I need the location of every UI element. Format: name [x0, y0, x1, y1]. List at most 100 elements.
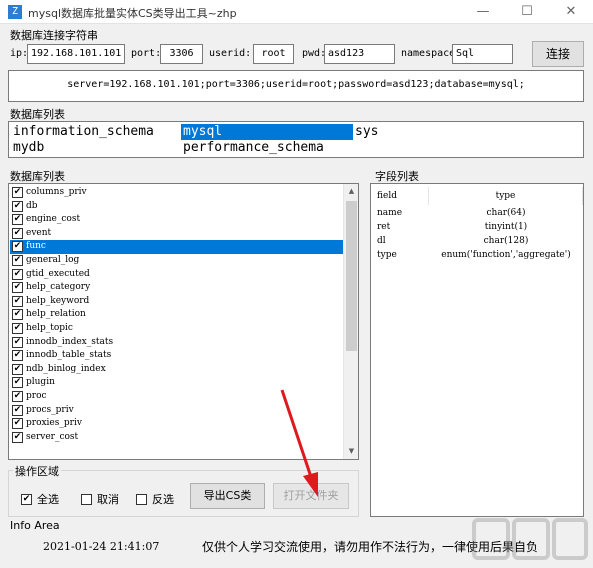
ip-input[interactable]: 192.168.101.101 [27, 44, 125, 64]
table-row-label: procs_priv [26, 404, 74, 415]
table-row-label: db [26, 200, 38, 211]
table-row[interactable]: ✔ db [10, 200, 344, 214]
table-row-label: innodb_index_stats [26, 336, 114, 347]
field-type-cell[interactable]: enum('function','aggregate') [429, 248, 583, 262]
pwd-label: pwd: [302, 48, 327, 59]
database-item[interactable]: information_schema [11, 124, 181, 140]
check-icon[interactable]: ✔ [12, 295, 23, 307]
title-bar: Z mysql数据库批量实体CS类导出工具~zhp — ☐ ✕ [0, 0, 593, 24]
check-icon[interactable]: ✔ [12, 336, 23, 348]
table-list-label: 数据库列表 [10, 170, 65, 183]
check-icon[interactable]: ✔ [12, 282, 23, 294]
select-all-checkbox[interactable]: ✔ 全选 [21, 493, 59, 507]
table-row[interactable]: ✔ procs_priv [10, 404, 344, 418]
app-icon: Z [8, 5, 22, 19]
open-folder-button[interactable]: 打开文件夹 [273, 483, 349, 509]
table-row[interactable]: ✔ help_topic [10, 322, 344, 336]
export-cs-button[interactable]: 导出CS类 [190, 483, 265, 509]
table-list-scrollbar[interactable]: ▲ ▼ [343, 184, 358, 459]
field-type-cell[interactable]: tinyint(1) [429, 220, 583, 234]
close-button[interactable]: ✕ [549, 0, 593, 24]
pwd-input[interactable]: asd123 [324, 44, 395, 64]
field-column-header[interactable]: field [377, 187, 429, 205]
table-row-label: engine_cost [26, 214, 81, 225]
field-type-cell[interactable]: char(64) [429, 206, 583, 220]
connect-button[interactable]: 连接 [532, 41, 584, 67]
watermark-logo-icon [472, 518, 588, 560]
scroll-up-icon[interactable]: ▲ [344, 184, 358, 199]
ip-label: ip: [10, 48, 29, 59]
table-row[interactable]: ✔ innodb_index_stats [10, 336, 344, 350]
table-row-label: gtid_executed [26, 268, 90, 279]
table-row[interactable]: ✔ proxies_priv [10, 417, 344, 431]
field-name-cell[interactable]: dl [377, 234, 429, 248]
field-name-cell[interactable]: name [377, 206, 429, 220]
check-icon[interactable]: ✔ [12, 241, 23, 253]
connection-string-field[interactable]: server=192.168.101.101;port=3306;userid=… [8, 70, 584, 102]
check-icon[interactable]: ✔ [12, 404, 23, 416]
table-row[interactable]: ✔ help_category [10, 281, 344, 295]
check-icon[interactable]: ✔ [12, 255, 23, 266]
database-listbox[interactable]: information_schema mysql sys mydb perfor… [8, 121, 584, 158]
check-icon[interactable]: ✔ [12, 391, 23, 402]
table-row[interactable]: ✔ event [10, 227, 344, 241]
check-icon[interactable]: ✔ [12, 418, 23, 430]
field-name-cell[interactable]: type [377, 248, 429, 262]
check-icon: ✔ [21, 494, 32, 505]
field-table[interactable]: field type name char(64) ret tinyint(1) dl ch… [370, 183, 584, 517]
table-row-label: func [26, 241, 46, 252]
database-item[interactable]: mydb [11, 140, 181, 156]
table-row-label: help_keyword [26, 295, 90, 306]
table-row-label: server_cost [26, 431, 79, 442]
table-row-label: innodb_table_stats [26, 350, 112, 361]
table-checklist[interactable]: ✔ columns_priv ✔ db ✔ engine_cost ✔ event ✔ func ✔… [8, 183, 359, 460]
table-row[interactable]: ✔ engine_cost [10, 213, 344, 227]
check-icon[interactable]: ✔ [12, 350, 23, 362]
check-icon[interactable]: ✔ [12, 187, 23, 198]
table-row-label: proxies_priv [26, 418, 82, 429]
field-list-label: 字段列表 [375, 170, 419, 183]
scroll-down-icon[interactable]: ▼ [344, 444, 358, 459]
table-row[interactable]: ✔ func [10, 240, 344, 254]
namespace-input[interactable]: Sql [452, 44, 513, 64]
check-icon[interactable]: ✔ [12, 268, 23, 280]
check-icon[interactable]: ✔ [12, 323, 23, 334]
type-column-header[interactable]: type [429, 187, 583, 205]
table-row-label: proc [26, 391, 47, 401]
port-input[interactable]: 3306 [160, 44, 203, 64]
field-type-cell[interactable]: char(128) [429, 234, 583, 248]
table-row-label: plugin [26, 377, 55, 388]
table-row[interactable]: ✔ server_cost [10, 431, 344, 445]
table-row[interactable]: ✔ general_log [10, 254, 344, 268]
scroll-thumb[interactable] [346, 201, 357, 351]
invert-checkbox[interactable]: 反选 [136, 493, 174, 507]
database-item[interactable]: performance_schema [181, 140, 353, 156]
table-row[interactable]: ✔ proc [10, 390, 344, 404]
database-item-selected[interactable]: mysql [181, 124, 353, 140]
field-name-cell[interactable]: ret [377, 220, 429, 234]
table-row[interactable]: ✔ help_keyword [10, 295, 344, 309]
table-row-label: event [26, 227, 52, 238]
check-icon[interactable]: ✔ [12, 309, 23, 321]
table-row[interactable]: ✔ innodb_table_stats [10, 349, 344, 363]
check-icon[interactable]: ✔ [12, 431, 23, 443]
check-icon[interactable]: ✔ [12, 200, 23, 212]
check-icon[interactable]: ✔ [12, 377, 23, 389]
userid-input[interactable]: root [253, 44, 294, 64]
check-icon[interactable]: ✔ [12, 227, 23, 239]
table-row[interactable]: ✔ help_relation [10, 308, 344, 322]
cancel-checkbox[interactable]: 取消 [81, 493, 119, 507]
check-icon[interactable]: ✔ [12, 363, 23, 375]
check-icon[interactable]: ✔ [12, 214, 23, 226]
table-row[interactable]: ✔ gtid_executed [10, 268, 344, 282]
database-list-label: 数据库列表 [10, 108, 65, 121]
port-label: port: [131, 48, 162, 59]
database-item[interactable]: sys [353, 124, 523, 140]
table-row[interactable]: ✔ plugin [10, 376, 344, 390]
table-row[interactable]: ✔ columns_priv [10, 186, 344, 200]
table-row[interactable]: ✔ ndb_binlog_index [10, 363, 344, 377]
minimize-button[interactable]: — [461, 0, 505, 24]
table-row-label: ndb_binlog_index [26, 363, 106, 374]
maximize-button[interactable]: ☐ [505, 0, 549, 24]
window-title: mysql数据库批量实体CS类导出工具~zhp [28, 7, 237, 20]
